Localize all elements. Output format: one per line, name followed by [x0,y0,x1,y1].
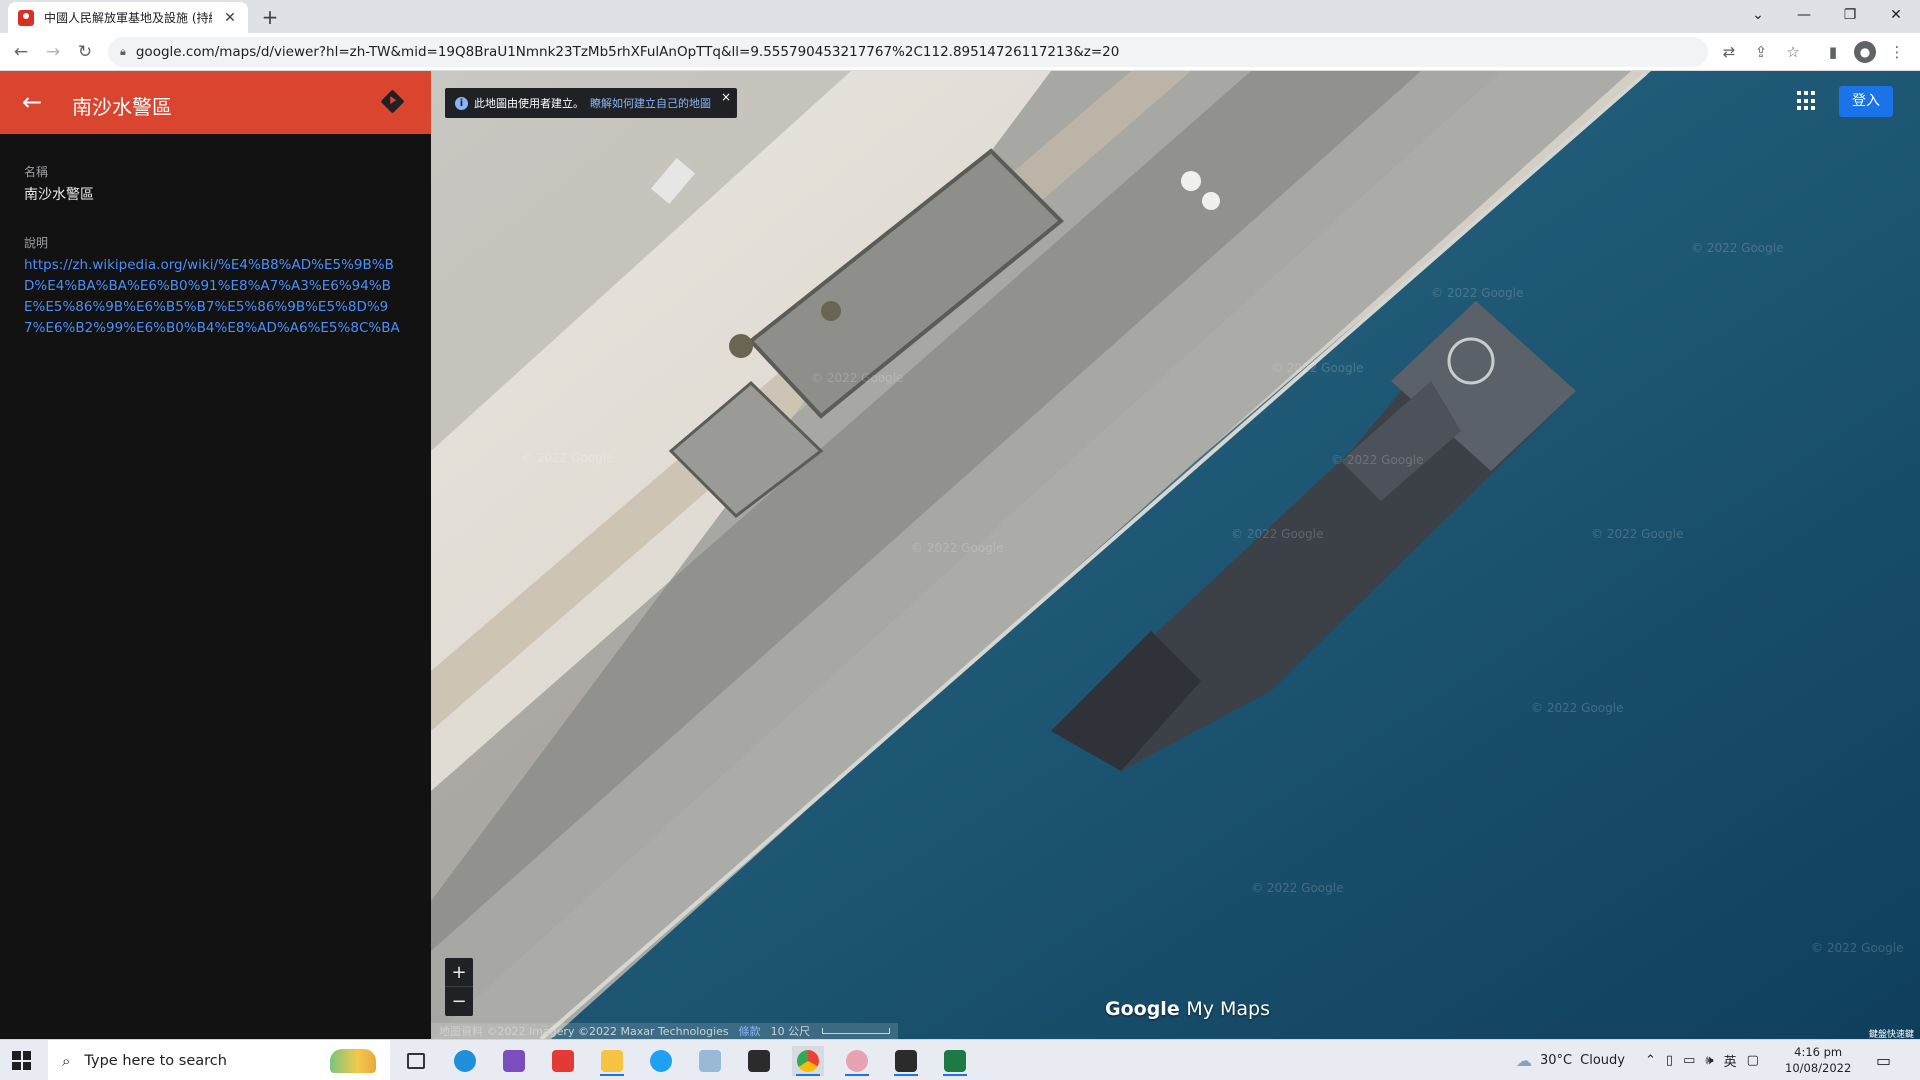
skype-icon[interactable] [645,1046,677,1076]
minimize-button[interactable]: — [1781,0,1827,30]
terms-link[interactable]: 條款 [739,1023,761,1039]
weather-temp: 30°C [1540,1053,1573,1068]
logo-google-text: Google [1105,998,1180,1020]
profile-avatar-icon[interactable]: ● [1854,41,1876,63]
keyboard-shortcuts-link[interactable]: 鍵盤快速鍵 [1869,1027,1914,1039]
tray-overflow-chevron-icon[interactable]: ⌃ [1645,1053,1656,1068]
weather-desc: Cloudy [1580,1053,1625,1068]
close-window-button[interactable]: ✕ [1873,0,1919,30]
map-watermark: © 2022 Google [1251,881,1344,895]
volume-icon[interactable]: 🕪︎ [1705,1053,1713,1068]
map-watermark: © 2022 Google [1811,941,1904,955]
translate-icon[interactable]: ⇄ [1718,41,1740,63]
restore-button[interactable]: ❐ [1827,0,1873,30]
weather-widget[interactable]: ☁ 30°C Cloudy [1516,1040,1625,1080]
satellite-imagery [431,71,1920,1039]
file-explorer-icon[interactable] [596,1046,628,1076]
panel-header: ← 南沙水警區 [0,71,431,134]
edge-icon[interactable] [449,1046,481,1076]
maps-favicon-icon [18,9,34,26]
network-icon[interactable]: ▭ [1683,1053,1695,1068]
zoom-out-button[interactable]: − [445,987,473,1016]
new-tab-button[interactable]: + [258,6,282,30]
excel-icon[interactable] [939,1046,971,1076]
battery-icon[interactable]: ▯ [1666,1053,1673,1068]
taskbar-search-box[interactable]: ⌕ Type here to search [48,1040,390,1080]
browser-toolbar: ← → ↻ 🔒︎ google.com/maps/d/viewer?hl=zh-… [0,33,1920,71]
map-watermark: © 2022 Google [1231,527,1324,541]
chrome-icon[interactable] [792,1046,824,1076]
tab-strip: 中國人民解放軍基地及設施 (持續 ✕ + ⌄ — ❐ ✕ [0,0,1920,33]
menu-kebab-icon[interactable]: ⋮ [1886,41,1908,63]
windows-taskbar: ⌕ Type here to search ☁ 30°C Cloudy ⌃ ▯ … [0,1039,1920,1080]
map-watermark: © 2022 Google [1531,701,1624,715]
map-watermark: © 2022 Google [1331,453,1424,467]
map-watermark: © 2022 Google [521,451,614,465]
feature-detail-panel: ← 南沙水警區 名稱 南沙水警區 說明 https://zh.wikipedia… [0,71,431,1039]
map-canvas[interactable]: © 2022 Google © 2022 Google © 2022 Googl… [431,71,1920,1039]
clock-time: 4:16 pm [1794,1045,1843,1059]
snipping-tool-icon[interactable] [841,1046,873,1076]
map-attribution: 地圖資料 ©2022 Imagery ©2022 Maxar Technolog… [431,1023,899,1039]
reload-icon[interactable]: ↻ [72,39,98,65]
terminal-icon[interactable] [743,1046,775,1076]
google-my-maps-logo: Google My Maps [1105,998,1270,1020]
address-bar[interactable]: 🔒︎ google.com/maps/d/viewer?hl=zh-TW&mid… [108,37,1708,67]
attribution-text: 地圖資料 ©2022 Imagery ©2022 Maxar Technolog… [439,1025,729,1038]
close-icon[interactable]: × [721,90,731,104]
name-label: 名稱 [24,165,49,179]
scale-label[interactable]: 10 公尺 [771,1023,811,1039]
anydesk-icon[interactable] [547,1046,579,1076]
zoom-in-button[interactable]: + [445,958,473,987]
system-tray: ⌃ ▯ ▭ 🕪︎ 英 ▢ [1645,1040,1759,1080]
sticky-notes-icon[interactable] [890,1046,922,1076]
tab-title: 中國人民解放軍基地及設施 (持續 [44,11,212,25]
scale-bar [822,1028,891,1034]
map-watermark: © 2022 Google [1591,527,1684,541]
side-panel-icon[interactable]: ▮ [1822,41,1844,63]
user-created-map-notice: i 此地圖由使用者建立。 瞭解如何建立自己的地圖 × [445,88,737,118]
cloud-icon: ☁ [1516,1051,1532,1070]
back-arrow-icon[interactable]: ← [22,88,42,116]
search-placeholder: Type here to search [84,1052,227,1069]
input-language[interactable]: 英 [1724,1051,1737,1070]
map-watermark: © 2022 Google [911,541,1004,555]
windows-start-icon[interactable] [12,1051,31,1070]
directions-icon[interactable] [380,89,405,114]
zoom-control: + − [445,958,473,1016]
lock-icon: 🔒︎ [120,45,126,58]
description-link[interactable]: https://zh.wikipedia.org/wiki/%E4%B8%AD%… [24,255,408,339]
notice-link[interactable]: 瞭解如何建立自己的地圖 [590,95,711,111]
logo-mymaps-text: My Maps [1186,998,1271,1020]
tab-close-icon[interactable]: ✕ [222,10,238,26]
info-icon: i [455,96,468,110]
taskbar-clock[interactable]: 4:16 pm 10/08/2022 [1785,1044,1851,1076]
map-watermark: © 2022 Google [811,371,904,385]
rdp-icon[interactable] [694,1046,726,1076]
bookmark-star-icon[interactable]: ☆ [1782,41,1804,63]
name-value: 南沙水警區 [24,187,94,203]
map-watermark: © 2022 Google [1271,361,1364,375]
map-watermark: © 2022 Google [1431,286,1524,300]
notice-text: 此地圖由使用者建立。 [474,97,584,110]
description-label: 說明 [24,236,49,250]
panel-title: 南沙水警區 [72,95,172,119]
forward-arrow-icon[interactable]: → [40,39,66,65]
task-view-icon[interactable] [400,1046,432,1076]
map-watermark: © 2022 Google [1691,241,1784,255]
ime-icon[interactable]: ▢ [1747,1053,1759,1068]
apps-grid-icon[interactable] [1797,91,1817,111]
search-icon: ⌕ [62,1051,71,1070]
share-icon[interactable]: ⇪ [1750,41,1772,63]
search-highlight-icon [330,1049,376,1073]
sign-in-button[interactable]: 登入 [1839,86,1893,117]
notification-center-icon[interactable]: ▭ [1876,1040,1891,1080]
clock-date: 10/08/2022 [1785,1061,1852,1075]
url-text[interactable]: google.com/maps/d/viewer?hl=zh-TW&mid=19… [136,44,1119,60]
back-arrow-icon[interactable]: ← [8,39,34,65]
tab-search-icon[interactable]: ⌄ [1735,0,1781,30]
visual-studio-icon[interactable] [498,1046,530,1076]
tab-active[interactable]: 中國人民解放軍基地及設施 (持續 ✕ [8,2,248,33]
